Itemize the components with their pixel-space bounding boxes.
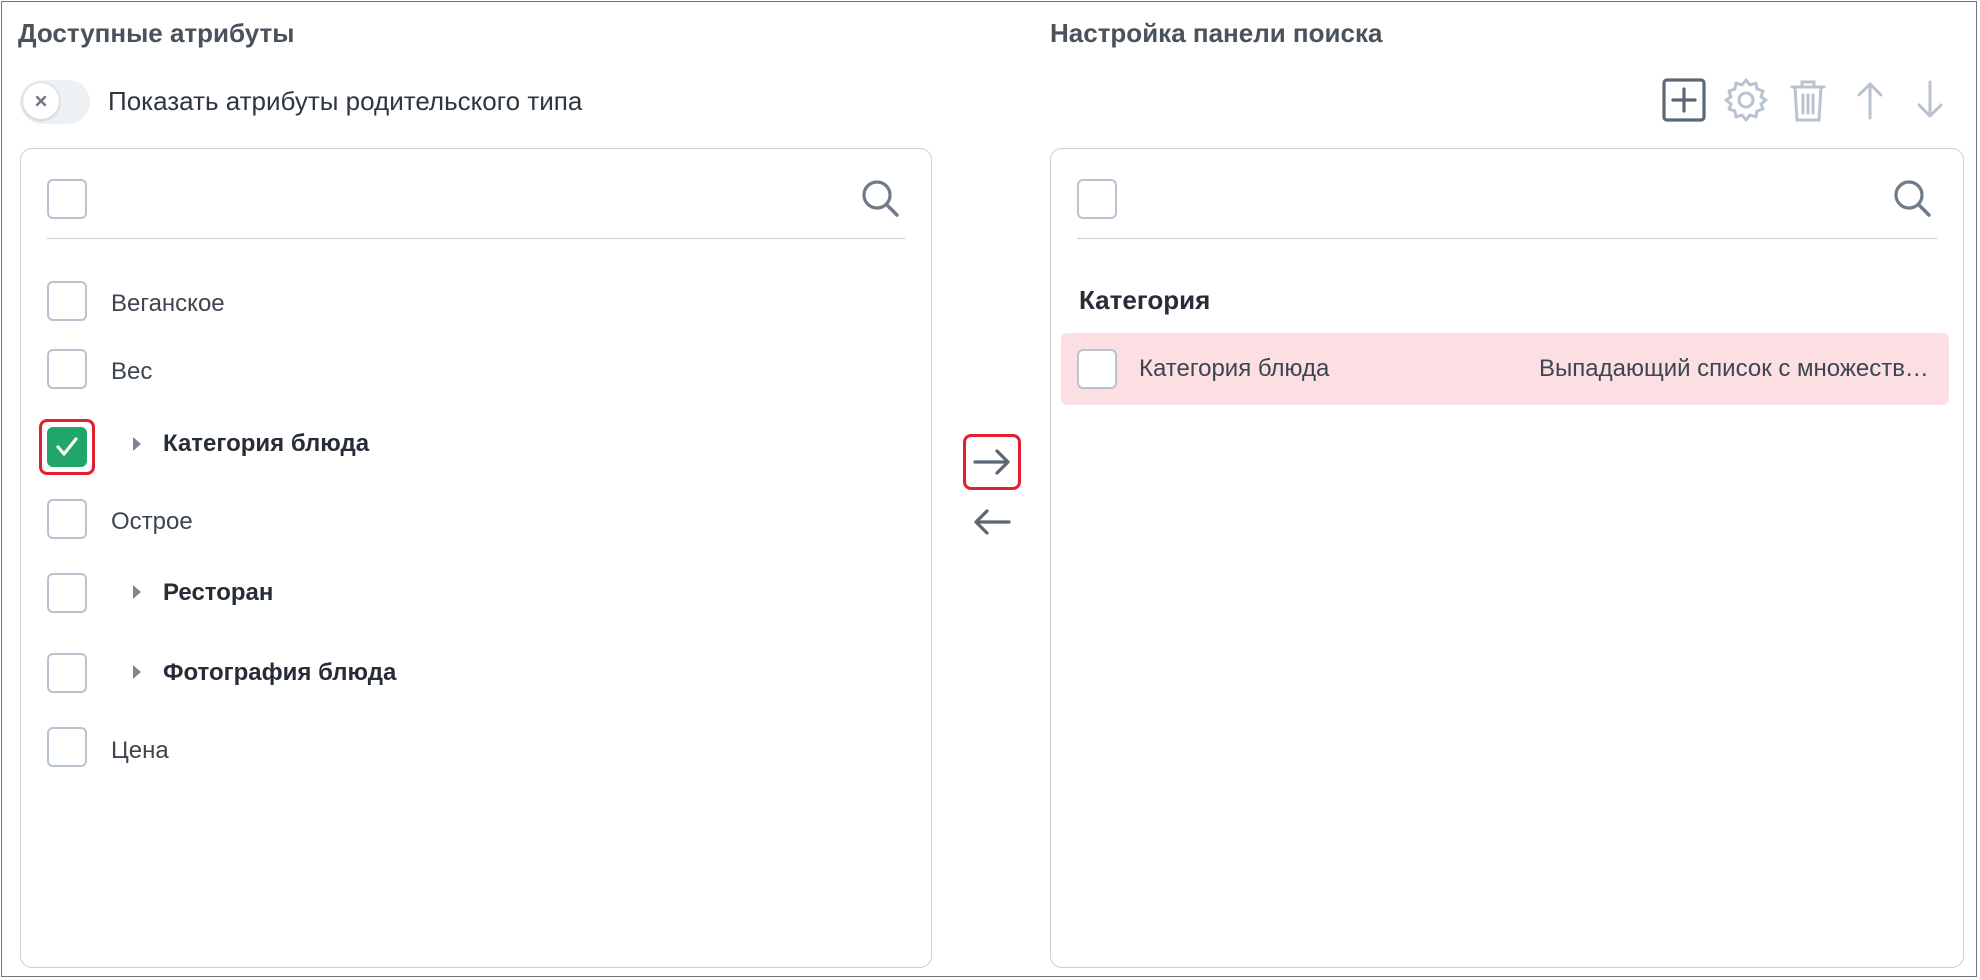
parent-attributes-toggle[interactable] (20, 80, 90, 124)
arrow-left-icon[interactable] (970, 500, 1014, 544)
select-all-checkbox[interactable] (1077, 179, 1117, 219)
trash-icon[interactable] (1784, 76, 1832, 124)
row-label: Категория блюда (1139, 355, 1330, 382)
list-item-label: Фотография блюда (163, 659, 397, 686)
table-row[interactable]: Категория блюда Выпадающий список с множ… (1061, 333, 1949, 405)
checkbox-veganskoe[interactable] (47, 281, 87, 321)
search-icon[interactable] (1889, 175, 1937, 223)
list-item-label: Ресторан (163, 579, 274, 606)
list-item-label: Цена (111, 737, 169, 764)
list-item-label: Острое (111, 508, 193, 535)
gear-icon[interactable] (1722, 76, 1770, 124)
row-checkbox[interactable] (1077, 349, 1117, 389)
available-attributes-panel: Веганское Вес Категория блюда Острое Рес… (20, 148, 932, 968)
checkmark-icon (56, 437, 78, 456)
arrow-right-icon[interactable] (970, 440, 1014, 484)
search-divider (1077, 238, 1937, 239)
close-icon (35, 95, 47, 107)
list-item-label: Вес (111, 358, 153, 385)
search-icon[interactable] (857, 175, 905, 223)
checkbox-kategoriya-blyuda[interactable] (47, 427, 87, 467)
arrow-down-icon[interactable] (1906, 76, 1954, 124)
available-attributes-title: Доступные атрибуты (18, 18, 295, 48)
checkbox-ves[interactable] (47, 349, 87, 389)
search-panel-settings-panel: Категория Категория блюда Выпадающий спи… (1050, 148, 1964, 968)
checkbox-tsena[interactable] (47, 727, 87, 767)
search-panel-settings-title: Настройка панели поиска (1050, 18, 1383, 48)
expand-caret-icon[interactable] (133, 585, 141, 599)
expand-caret-icon[interactable] (133, 437, 141, 451)
checkbox-ostroe[interactable] (47, 499, 87, 539)
window-frame: Доступные атрибуты Показать атрибуты род… (1, 1, 1977, 977)
toggle-label: Показать атрибуты родительского типа (108, 86, 583, 116)
search-divider (47, 238, 905, 239)
expand-caret-icon[interactable] (133, 665, 141, 679)
toggle-knob (22, 82, 60, 120)
row-type: Выпадающий список с множественным выборо… (1539, 355, 1937, 382)
arrow-up-icon[interactable] (1846, 76, 1894, 124)
add-icon[interactable] (1660, 76, 1708, 124)
list-item-label: Веганское (111, 290, 225, 317)
checkbox-restoran[interactable] (47, 573, 87, 613)
list-item-label: Категория блюда (163, 430, 370, 457)
checkbox-fotografiya-blyuda[interactable] (47, 653, 87, 693)
select-all-checkbox[interactable] (47, 179, 87, 219)
group-title: Категория (1079, 285, 1211, 315)
